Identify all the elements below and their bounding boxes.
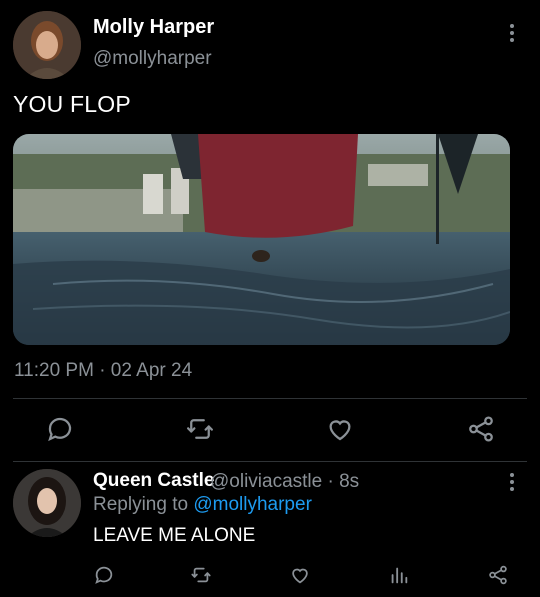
retweet-icon[interactable] bbox=[185, 414, 215, 444]
avatar[interactable] bbox=[13, 469, 81, 537]
comment-icon[interactable] bbox=[93, 564, 115, 586]
replying-to: Replying to @mollyharper bbox=[93, 494, 312, 516]
tweet-media-image[interactable] bbox=[13, 134, 510, 345]
share-icon[interactable] bbox=[487, 564, 509, 586]
tweet-timestamp[interactable]: 11:20 PM · 02 Apr 24 bbox=[14, 360, 192, 382]
reply-text: LEAVE ME ALONE bbox=[93, 525, 256, 546]
author-handle[interactable]: @mollyharper bbox=[93, 48, 212, 70]
more-options-icon[interactable] bbox=[504, 470, 520, 494]
divider bbox=[13, 398, 527, 399]
retweet-icon[interactable] bbox=[190, 564, 212, 586]
reply-author-name[interactable]: Queen Castle bbox=[93, 470, 214, 492]
author-name[interactable]: Molly Harper bbox=[93, 16, 214, 39]
replying-prefix: Replying to bbox=[93, 494, 194, 515]
heart-icon[interactable] bbox=[289, 564, 311, 586]
reply-author-handle-time[interactable]: @oliviacastle · 8s bbox=[210, 471, 359, 493]
divider bbox=[13, 461, 527, 462]
avatar[interactable] bbox=[13, 11, 81, 79]
share-icon[interactable] bbox=[466, 414, 496, 444]
comment-icon[interactable] bbox=[45, 414, 75, 444]
tweet-text: YOU FLOP bbox=[13, 91, 131, 117]
heart-icon[interactable] bbox=[325, 414, 355, 444]
more-options-icon[interactable] bbox=[504, 21, 520, 45]
stats-icon[interactable] bbox=[388, 564, 410, 586]
replying-mention-link[interactable]: @mollyharper bbox=[193, 494, 312, 515]
